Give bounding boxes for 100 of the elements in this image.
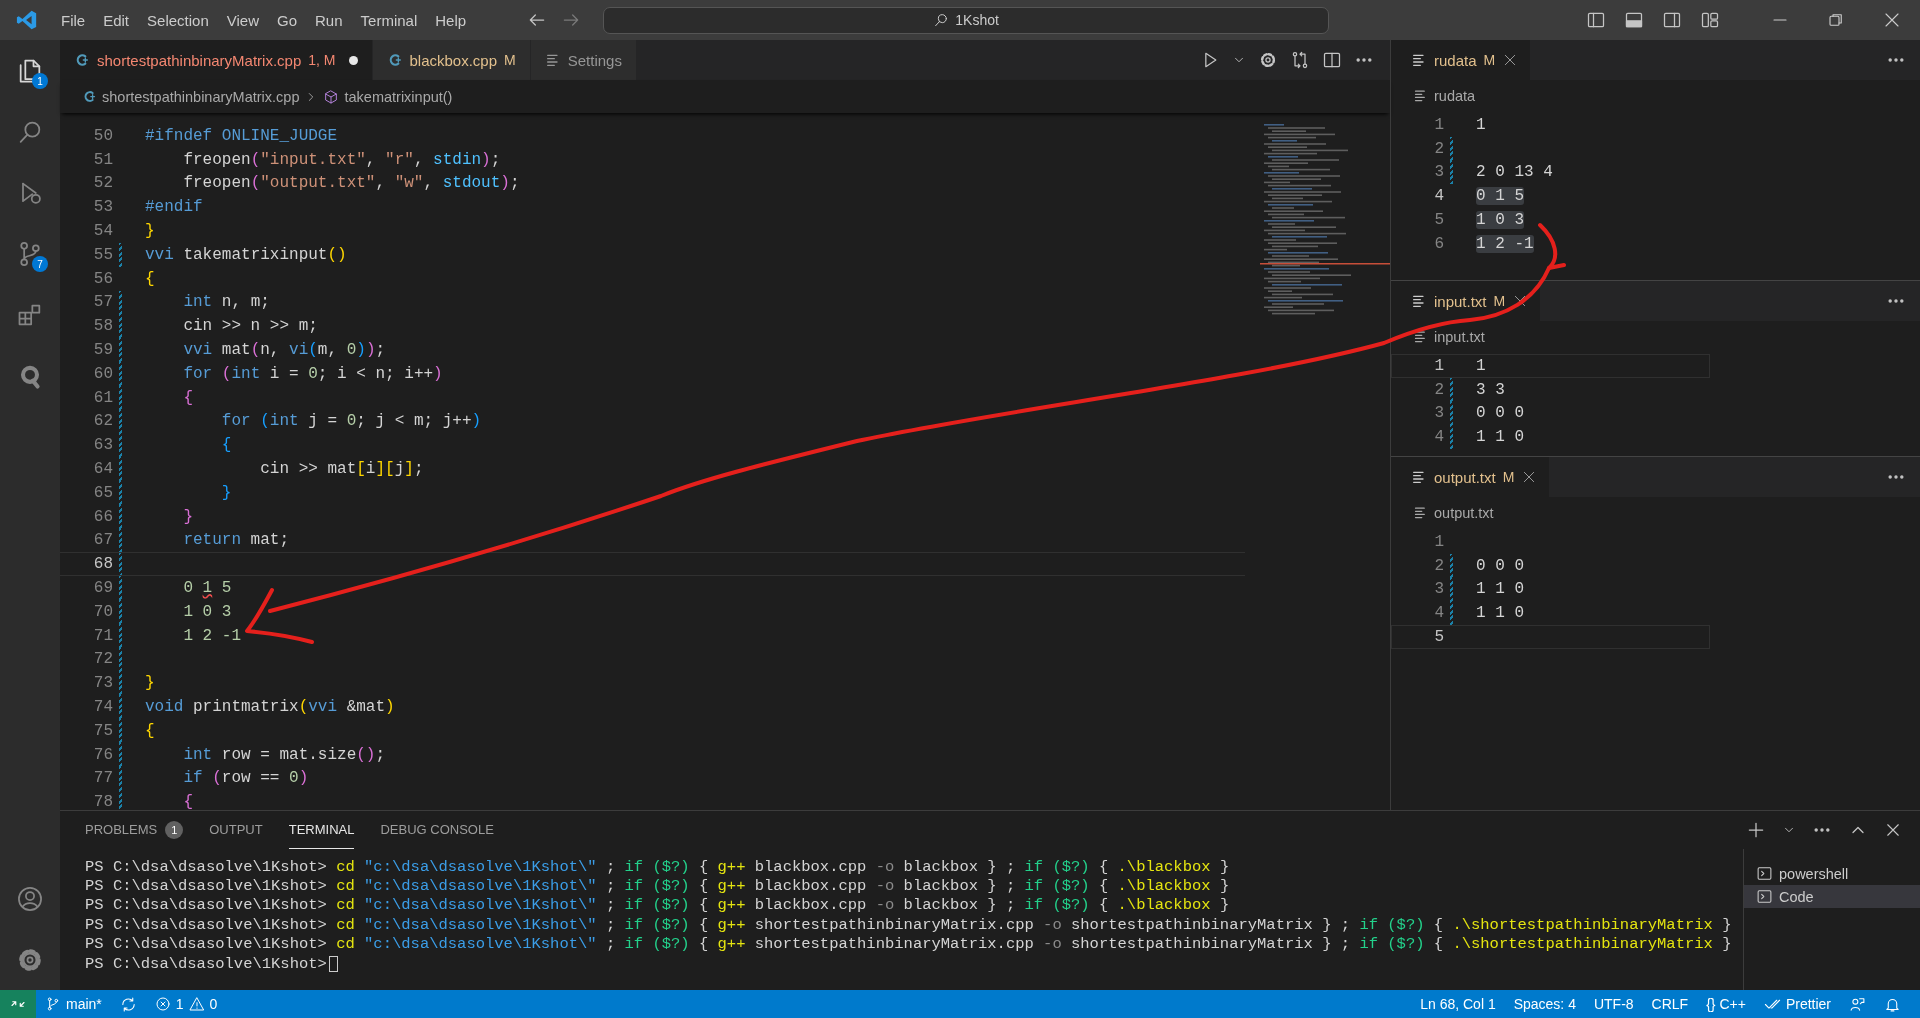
code-line: { (145, 721, 155, 740)
new-terminal-icon[interactable] (1746, 820, 1766, 840)
editor-tab[interactable]: rudata M (1391, 40, 1531, 80)
code-line: return mat; (182, 531, 290, 550)
panel-tab[interactable]: OUTPUT (209, 811, 263, 849)
code-line: if (row == 0) (182, 769, 309, 788)
code-line: void printmatrix(vvi &mat) (145, 698, 395, 716)
line-number: 74 (92, 698, 113, 716)
search-icon (933, 12, 950, 28)
panel-tab[interactable]: DEBUG CONSOLE (380, 811, 494, 849)
menu-item[interactable]: Run (306, 11, 352, 29)
code-line: 0 1 5 (182, 579, 232, 598)
feedback-icon[interactable] (1849, 995, 1866, 1013)
editor-tab[interactable]: Settings (530, 40, 637, 80)
line-number: 4 (1433, 604, 1444, 623)
editor-tab[interactable]: shortestpathinbinaryMatrix.cpp 1, M (60, 40, 373, 80)
code-line: freopen("output.txt", "w", stdout); (182, 174, 520, 193)
menu-item[interactable]: File (52, 11, 95, 29)
terminal-list-item[interactable]: powershell (1744, 862, 1920, 885)
line-number: 4 (1433, 187, 1444, 206)
status-item[interactable]: Spaces: 4 (1504, 996, 1585, 1012)
account-icon[interactable] (16, 884, 44, 913)
line-number: 71 (92, 626, 113, 645)
notification-badge: 7 (32, 256, 48, 272)
menu-item[interactable]: Edit (94, 11, 139, 29)
split-editor-icon[interactable] (1322, 50, 1342, 70)
notification-badge: 1 (32, 73, 48, 89)
editor-tab[interactable]: blackbox.cpp M (372, 40, 531, 80)
line-number: 55 (92, 245, 113, 264)
line-number: 70 (92, 602, 113, 621)
line-number: 51 (92, 150, 113, 169)
code-line: } (145, 674, 155, 693)
line-number: 72 (92, 650, 113, 669)
branch-icon (45, 996, 61, 1012)
text-line: 2 0 13 4 (1476, 163, 1553, 182)
file-lines-icon (1411, 293, 1427, 309)
close-panel-icon[interactable] (1884, 821, 1902, 839)
branch-status[interactable]: main* (36, 996, 111, 1012)
toggle-panel-icon[interactable] (1624, 10, 1644, 30)
toggle-secondary-sidebar-icon[interactable] (1662, 10, 1682, 30)
code-line: 1 2 -1 (182, 626, 241, 645)
line-number: 2 (1433, 556, 1444, 575)
code-line: vvi takematrixinput() (145, 245, 347, 264)
count-badge: 1 (165, 820, 184, 839)
cpp-file-icon (74, 52, 90, 68)
error-icon (154, 996, 171, 1012)
status-item[interactable]: Ln 68, Col 1 (1411, 996, 1505, 1012)
line-number: 1 (1433, 356, 1444, 375)
menu-item[interactable]: Terminal (351, 11, 427, 29)
line-number: 68 (92, 555, 113, 574)
line-number: 6 (1433, 234, 1444, 253)
toggle-sidebar-icon[interactable] (1586, 10, 1606, 30)
menu-item[interactable]: Help (426, 11, 476, 29)
breadcrumb-item[interactable]: input.txt (1434, 328, 1485, 345)
line-number: 67 (92, 531, 113, 550)
panel-tab[interactable]: TERMINAL (288, 811, 355, 849)
line-number: 77 (92, 769, 113, 788)
line-number: 61 (92, 388, 113, 407)
breadcrumb-item[interactable]: takematrixinput() (344, 88, 453, 105)
status-item[interactable]: {} C++ (1697, 996, 1755, 1012)
panel-tab[interactable]: PROBLEMS 1 (85, 811, 184, 849)
code-line: } (220, 483, 232, 502)
line-number: 3 (1433, 404, 1444, 423)
editor-tab[interactable]: input.txt M (1391, 281, 1541, 321)
terminal-line: PS C:\dsa\dsasolve\1Kshot> cd "c:\dsa\dsasolve\1Kshot\" ; if ($?) { g++ blackbox.cpp -o blackbox } ; if ($?) { .\blackbox } (85, 857, 1230, 876)
line-number: 2 (1433, 380, 1444, 399)
breadcrumb-item[interactable]: output.txt (1434, 504, 1494, 521)
code-line: } (145, 222, 155, 241)
breadcrumb-item[interactable]: shortestpathinbinaryMatrix.cpp (102, 88, 300, 105)
terminal-line: PS C:\dsa\dsasolve\1Kshot> cd "c:\dsa\dsasolve\1Kshot\" ; if ($?) { g++ shortestpathinbinaryMatrix.cpp -o shortestpathinbinaryMatrix } ; if ($?) { .\shortestpathinbinaryMatrix } (85, 935, 1732, 954)
text-line: 0 0 0 (1476, 556, 1524, 575)
status-item[interactable]: UTF-8 (1584, 996, 1643, 1012)
gear-icon[interactable] (1258, 50, 1278, 70)
problems-status[interactable]: 1 0 (145, 996, 227, 1012)
remote-button[interactable] (0, 990, 36, 1018)
line-number: 62 (92, 412, 113, 431)
code-line: { (182, 388, 193, 407)
breadcrumb-item[interactable]: rudata (1434, 87, 1476, 104)
customize-layout-icon[interactable] (1700, 10, 1720, 30)
menu-item[interactable]: View (217, 11, 268, 29)
sync-icon[interactable] (119, 995, 137, 1013)
text-line: 1 1 0 (1476, 428, 1524, 447)
close-icon[interactable] (1883, 11, 1901, 29)
line-number: 63 (92, 436, 113, 455)
line-number: 59 (92, 341, 113, 360)
terminal-line: PS C:\dsa\dsasolve\1Kshot> (85, 954, 327, 973)
terminal-list-item[interactable]: Code (1744, 885, 1920, 908)
editor-tab[interactable]: output.txt M (1391, 457, 1550, 497)
code-line: cin >> n >> m; (182, 317, 318, 336)
compare-changes-icon[interactable] (1290, 50, 1310, 70)
menu-item[interactable]: Selection (138, 11, 218, 29)
line-number: 3 (1433, 163, 1444, 182)
status-item[interactable]: CRLF (1642, 996, 1698, 1012)
line-number: 5 (1433, 628, 1444, 647)
command-center-field[interactable]: 1Kshot (603, 6, 1330, 34)
line-number: 53 (92, 198, 113, 217)
status-item[interactable]: Prettier (1754, 995, 1840, 1013)
menu-item[interactable]: Go (268, 11, 306, 29)
restore-icon[interactable] (1827, 11, 1845, 29)
text-line: 1 (1476, 356, 1486, 375)
